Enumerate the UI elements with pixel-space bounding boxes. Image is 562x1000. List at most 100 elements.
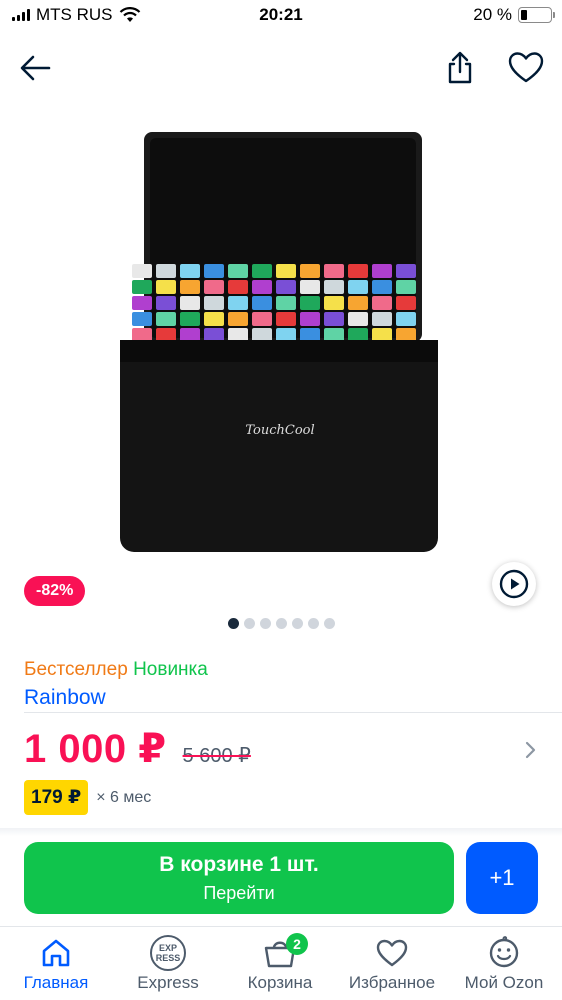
marker-cap [300,312,320,326]
go-to-cart-button[interactable]: В корзине 1 шт. Перейти [24,842,454,914]
marker-cap [228,264,248,278]
express-icon: EXP RESS [150,935,186,971]
home-icon [42,939,70,967]
marker-cap [396,296,416,310]
pagination-dot[interactable] [307,618,319,629]
installment-term: × 6 мес [96,788,152,806]
marker-cap [252,312,272,326]
marker-cap [324,328,344,342]
bestseller-label: Бестселлер [24,659,128,680]
tab-express[interactable]: EXP RESS Express [112,935,224,993]
cart-button-subtitle: Перейти [203,883,275,903]
marker-cap [276,280,296,294]
battery-icon [518,7,555,23]
pagination-dot[interactable] [259,618,271,629]
tab-label: Корзина [247,973,313,992]
marker-cap [228,328,248,342]
marker-cap [156,296,176,310]
cart-count-badge: 2 [286,933,308,955]
add-one-button[interactable]: +1 [466,842,538,914]
marker-cap [156,264,176,278]
price-row[interactable]: 1 000 ₽ 5 600 ₽ [24,726,251,772]
case-brand-text: TouchCool [245,423,314,438]
marker-cap [324,296,344,310]
marker-cap [324,312,344,326]
smiley-icon [489,936,519,968]
pagination-dot[interactable] [227,618,239,629]
marker-cap [276,264,296,278]
brand-link[interactable]: Rainbow [24,686,106,710]
marker-cap [204,296,224,310]
pagination-dot[interactable] [291,618,303,629]
marker-cap [132,328,152,342]
old-price: 5 600 ₽ [182,745,251,767]
marker-cap [252,328,272,342]
marker-cap [252,280,272,294]
marker-cap [228,296,248,310]
tab-label: Мой Ozon [464,973,544,992]
marker-cap [324,264,344,278]
marker-cap [276,328,296,342]
tab-favorites[interactable]: Избранное [336,935,448,993]
marker-cap [348,296,368,310]
cart-button-title: В корзине 1 шт. [159,853,319,876]
divider [24,712,562,713]
pagination-dot[interactable] [275,618,287,629]
marker-cap [372,296,392,310]
tab-label: Express [137,973,199,992]
marker-cap [276,296,296,310]
gallery-pagination [0,618,562,629]
product-labels: Бестселлер Новинка [24,659,208,681]
marker-cap [300,280,320,294]
action-shadow [0,828,562,836]
marker-cap [252,296,272,310]
marker-cap [372,328,392,342]
marker-cap [156,312,176,326]
marker-cap [348,264,368,278]
marker-cap [300,296,320,310]
installment-offer[interactable]: 179 ₽ × 6 мес [24,780,151,815]
marker-cap [324,280,344,294]
tab-cart[interactable]: 2 Корзина [224,933,336,993]
tab-label: Избранное [348,973,436,992]
tab-home[interactable]: Главная [0,935,112,993]
marker-cap [348,328,368,342]
tab-label: Главная [23,973,89,992]
marker-cap [180,328,200,342]
marker-cap [180,280,200,294]
product-image[interactable]: TouchCool [36,92,526,572]
marker-cap [180,264,200,278]
marker-cap [132,280,152,294]
new-label: Новинка [133,659,208,680]
status-bar: MTS RUS 20:21 20 % [0,0,562,30]
marker-cap [132,296,152,310]
marker-cap [396,328,416,342]
marker-cap [396,312,416,326]
play-video-button[interactable] [492,562,536,606]
marker-cap [228,312,248,326]
marker-cap [252,264,272,278]
marker-cap [300,264,320,278]
marker-cap [372,280,392,294]
play-icon [499,569,529,599]
tab-profile[interactable]: Мой Ozon [448,935,560,993]
marker-cap [204,312,224,326]
marker-cap [180,312,200,326]
marker-cap [300,328,320,342]
pagination-dot[interactable] [323,618,335,629]
marker-cap [396,280,416,294]
installment-price: 179 ₽ [24,780,89,815]
marker-cap [204,328,224,342]
status-right: 20 % [473,5,555,25]
marker-cap [348,280,368,294]
chevron-right-icon[interactable] [520,738,540,762]
marker-cap [372,312,392,326]
marker-cap [156,280,176,294]
marker-cap [228,280,248,294]
battery-percent: 20 % [473,5,512,24]
tab-bar: Главная EXP RESS Express 2 Корзина Избран… [0,926,562,1000]
product-gallery[interactable]: TouchCool -82% [0,62,562,642]
marker-cap [132,312,152,326]
marker-cap [396,264,416,278]
pagination-dot[interactable] [243,618,255,629]
